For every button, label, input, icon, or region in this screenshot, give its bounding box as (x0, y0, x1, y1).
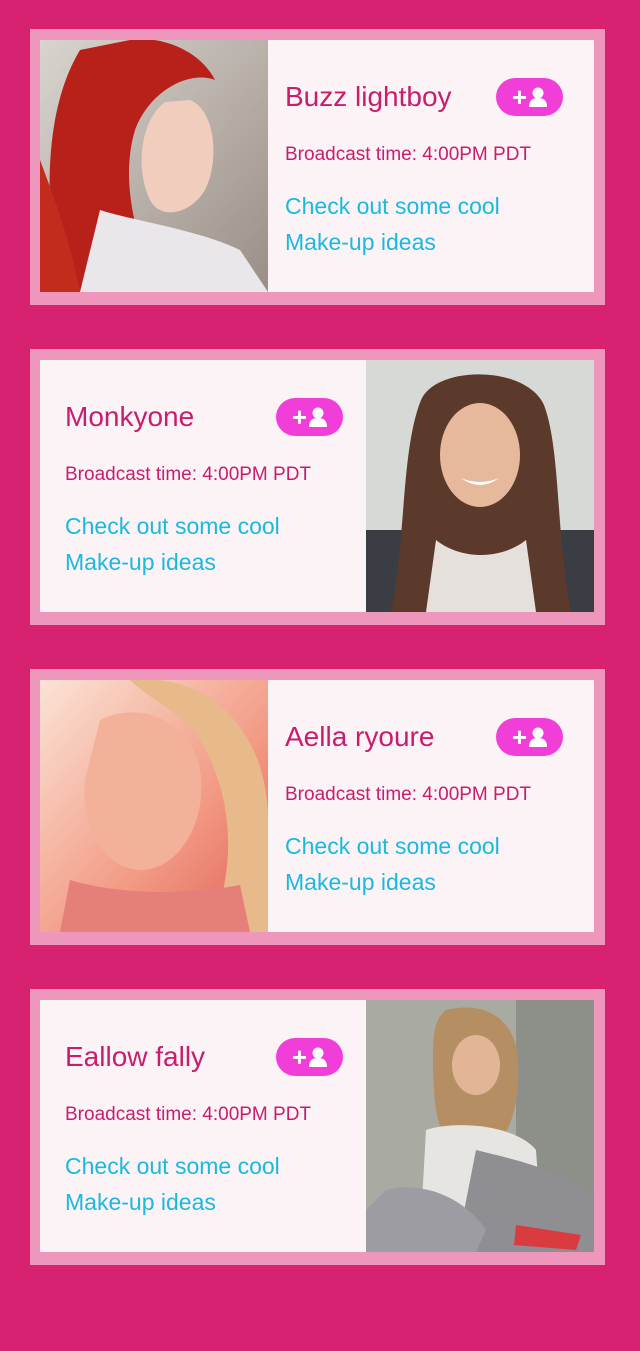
description-line[interactable]: Make-up ideas (65, 1189, 216, 1216)
follow-button[interactable]: + (276, 398, 343, 436)
broadcast-time: Broadcast time: 4:00PM PDT (285, 784, 532, 805)
plus-icon: + (291, 402, 308, 432)
description-line[interactable]: Check out some cool (65, 1153, 280, 1180)
card-text: Buzz lightboy + Broadcast time: 4:00PM P… (285, 40, 585, 292)
profile-photo[interactable] (366, 360, 594, 612)
broadcast-time: Broadcast time: 4:00PM PDT (65, 464, 312, 485)
broadcast-card[interactable]: Aella ryoure + Broadcast time: 4:00PM PD… (30, 669, 605, 945)
broadcast-time: Broadcast time: 4:00PM PDT (285, 144, 532, 165)
follow-button[interactable]: + (496, 78, 563, 116)
user-icon (529, 87, 548, 107)
description-line[interactable]: Check out some cool (285, 193, 500, 220)
plus-icon: + (511, 722, 528, 752)
broadcast-card[interactable]: Monkyone + Broadcast time: 4:00PM PDT Ch… (30, 349, 605, 625)
user-icon (529, 727, 548, 747)
card-text: Monkyone + Broadcast time: 4:00PM PDT Ch… (65, 360, 355, 612)
follow-button[interactable]: + (496, 718, 563, 756)
plus-icon: + (511, 82, 528, 112)
plus-icon: + (291, 1042, 308, 1072)
streamer-name[interactable]: Aella ryoure (285, 721, 434, 753)
user-icon (309, 1047, 328, 1067)
card-body: Monkyone + Broadcast time: 4:00PM PDT Ch… (40, 360, 594, 612)
card-text: Eallow fally + Broadcast time: 4:00PM PD… (65, 1000, 355, 1252)
description-line[interactable]: Check out some cool (285, 833, 500, 860)
profile-photo[interactable] (40, 40, 268, 292)
card-body: Buzz lightboy + Broadcast time: 4:00PM P… (40, 40, 594, 292)
broadcast-card[interactable]: Buzz lightboy + Broadcast time: 4:00PM P… (30, 29, 605, 305)
card-body: Eallow fally + Broadcast time: 4:00PM PD… (40, 1000, 594, 1252)
broadcast-card[interactable]: Eallow fally + Broadcast time: 4:00PM PD… (30, 989, 605, 1265)
card-body: Aella ryoure + Broadcast time: 4:00PM PD… (40, 680, 594, 932)
description-line[interactable]: Make-up ideas (285, 229, 436, 256)
user-icon (309, 407, 328, 427)
description-line[interactable]: Make-up ideas (285, 869, 436, 896)
profile-photo[interactable] (366, 1000, 594, 1252)
streamer-name[interactable]: Eallow fally (65, 1041, 205, 1073)
description-line[interactable]: Make-up ideas (65, 549, 216, 576)
streamer-name[interactable]: Buzz lightboy (285, 81, 452, 113)
follow-button[interactable]: + (276, 1038, 343, 1076)
description-line[interactable]: Check out some cool (65, 513, 280, 540)
broadcast-time: Broadcast time: 4:00PM PDT (65, 1104, 312, 1125)
card-text: Aella ryoure + Broadcast time: 4:00PM PD… (285, 680, 585, 932)
streamer-name[interactable]: Monkyone (65, 401, 194, 433)
profile-photo[interactable] (40, 680, 268, 932)
